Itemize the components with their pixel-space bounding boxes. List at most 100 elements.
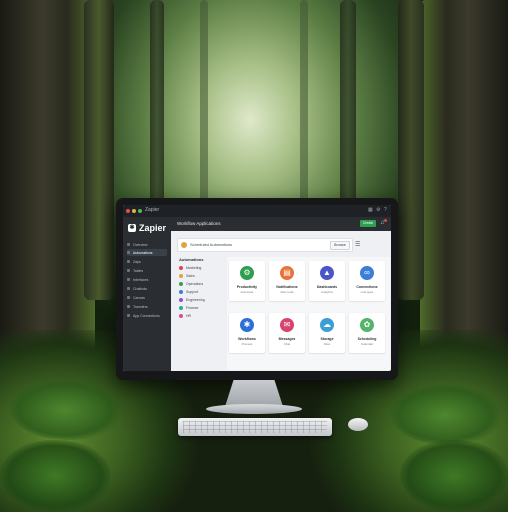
category-label: Support — [186, 290, 199, 294]
settings-icon[interactable]: ⚙ — [376, 208, 381, 213]
sidebar-item-label: Canvas — [133, 295, 145, 300]
search-text: Scheduled Automations — [190, 242, 233, 247]
category-item[interactable]: Support — [179, 289, 198, 295]
tree-trunk-far-1 — [200, 0, 208, 220]
card-title: Connections — [356, 285, 378, 289]
sidebar-item-label: Transfers — [133, 304, 148, 309]
sidebar-item-label: App Connections — [133, 313, 160, 318]
sidebar-item-label: Tables — [133, 268, 144, 273]
maximize-dot-icon[interactable] — [138, 209, 142, 213]
app-card[interactable]: ∞ Connections Link apps — [349, 261, 385, 301]
close-dot-icon[interactable] — [126, 209, 130, 213]
card-title: Productivity — [236, 285, 258, 289]
sidebar-item-canvas[interactable]: Canvas — [127, 294, 167, 301]
sidebar-item-overview[interactable]: Overview — [127, 241, 167, 248]
category-item[interactable]: Engineering — [179, 297, 205, 303]
keyboard-keys — [183, 421, 327, 433]
tree-trunk-left-inner — [84, 0, 114, 300]
bolt-icon — [127, 251, 130, 254]
sidebar-item-tables[interactable]: Tables — [127, 267, 167, 274]
card-subtitle: Alert tools — [280, 290, 294, 294]
chat-icon — [127, 287, 130, 290]
search-app-icon — [181, 242, 187, 248]
app-card[interactable]: ▤ Notifications Alert tools — [269, 261, 305, 301]
category-dot-icon — [179, 290, 183, 294]
app-card[interactable]: ⚙ Productivity Automate — [229, 261, 265, 301]
sidebar-item-zaps[interactable]: Zaps — [127, 258, 167, 265]
category-dot-icon — [179, 282, 183, 286]
settings-icon: ✱ — [240, 318, 254, 332]
category-label: HR — [186, 314, 192, 318]
sidebar-item-interfaces[interactable]: Interfaces — [127, 276, 167, 283]
category-item[interactable]: Operations — [179, 281, 203, 287]
category-item[interactable]: Sales — [179, 273, 195, 279]
grid-icon[interactable]: ▦ — [368, 208, 373, 213]
notification-badge — [384, 219, 387, 222]
sidebar-item-label: Interfaces — [133, 277, 149, 282]
sidebar-item-transfers[interactable]: Transfers — [127, 303, 167, 310]
zap-icon — [127, 260, 130, 263]
filter-icon[interactable]: ☰ — [355, 241, 360, 248]
create-button[interactable]: Create — [360, 220, 376, 227]
page-title: Workflow Applications — [177, 221, 221, 226]
category-dot-icon — [179, 306, 183, 310]
chart-icon: ▲ — [320, 266, 334, 280]
app-card[interactable]: ✿ Scheduling Calendar — [349, 313, 385, 353]
app-card[interactable]: ▲ Dashboards Analytics — [309, 261, 345, 301]
app-card[interactable]: ✱ Workflows Process — [229, 313, 265, 353]
sidebar: ✱ Zapier Overview Automations Zaps Table… — [123, 217, 171, 371]
card-title: Workflows — [238, 337, 256, 341]
sidebar-item-app-connections[interactable]: App Connections — [127, 312, 167, 319]
card-subtitle: Automate — [240, 290, 254, 294]
minimize-dot-icon[interactable] — [132, 209, 136, 213]
card-subtitle: Files — [323, 342, 331, 346]
category-dot-icon — [179, 314, 183, 318]
browse-button[interactable]: Browse — [330, 241, 350, 250]
tree-trunk-far-2 — [300, 0, 308, 220]
category-label: Engineering — [186, 298, 205, 302]
sidebar-item-label: Chatbots — [133, 286, 148, 291]
app-screen: Zapier ▦ ⚙ ? ✱ Zapier Overview Automatio… — [123, 205, 391, 371]
categories-title: Automations — [179, 257, 204, 262]
chat-icon: ✉ — [280, 318, 294, 332]
card-title: Storage — [320, 337, 334, 341]
fern-bottom-left — [0, 440, 110, 512]
sidebar-item-chatbots[interactable]: Chatbots — [127, 285, 167, 292]
category-dot-icon — [179, 274, 183, 278]
app-logo[interactable]: ✱ Zapier — [128, 223, 166, 233]
mouse[interactable] — [348, 418, 368, 431]
sidebar-item-label: Overview — [133, 242, 148, 247]
zapier-logo-icon: ✱ — [128, 224, 136, 232]
category-item[interactable]: HR — [179, 313, 191, 319]
category-label: Finance — [186, 306, 199, 310]
home-icon — [127, 243, 130, 246]
transfer-icon — [127, 305, 130, 308]
logo-text: Zapier — [139, 223, 167, 233]
card-title: Messages — [278, 337, 296, 341]
keyboard[interactable] — [178, 418, 332, 436]
gear-icon: ⚙ — [240, 266, 254, 280]
category-label: Sales — [186, 274, 195, 278]
app-header: Workflow Applications Create ♫ — [171, 217, 391, 231]
window-titlebar: Zapier ▦ ⚙ ? — [123, 205, 391, 217]
card-title: Scheduling — [357, 337, 377, 341]
monitor: Zapier ▦ ⚙ ? ✱ Zapier Overview Automatio… — [116, 198, 398, 380]
category-item[interactable]: Finance — [179, 305, 198, 311]
fern-bottom-right — [400, 440, 508, 512]
category-item[interactable]: Marketing — [179, 265, 201, 271]
sidebar-item-automations[interactable]: Automations — [127, 249, 167, 256]
tree-trunk-right-inner — [398, 0, 424, 300]
category-dot-icon — [179, 298, 183, 302]
card-title: Dashboards — [316, 285, 338, 289]
fern-right — [390, 385, 500, 445]
app-card[interactable]: ✉ Messages Chat — [269, 313, 305, 353]
card-subtitle: Chat — [283, 342, 291, 346]
window-title: Zapier — [145, 207, 160, 213]
tree-trunk-left — [0, 0, 95, 380]
search-bar[interactable]: Scheduled Automations Browse — [177, 238, 353, 252]
table-icon — [127, 269, 130, 272]
help-icon[interactable]: ? — [384, 208, 389, 213]
app-card[interactable]: ☁ Storage Files — [309, 313, 345, 353]
card-subtitle: Process — [241, 342, 253, 346]
layout-icon — [127, 278, 130, 281]
